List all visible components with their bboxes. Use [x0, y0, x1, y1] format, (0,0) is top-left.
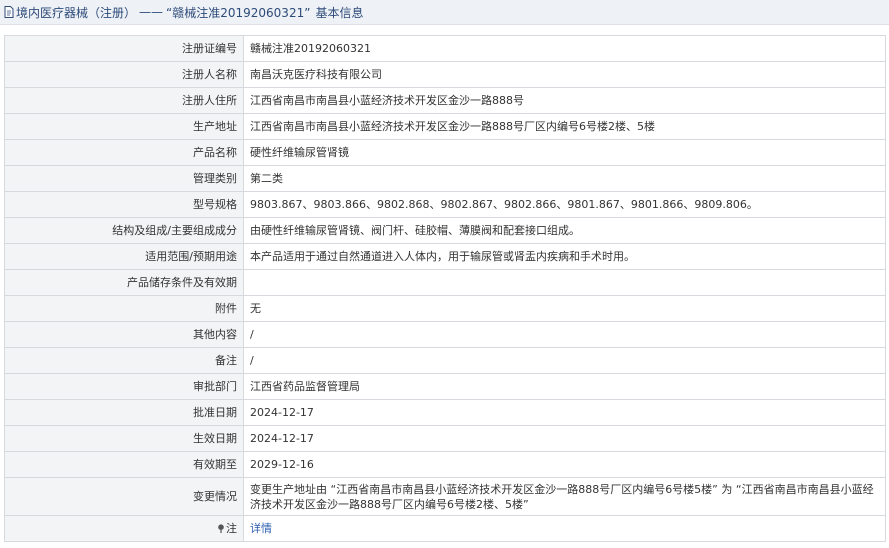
row-label: 有效期至 [4, 451, 244, 478]
table-row: 其他内容 / [4, 321, 886, 348]
row-label: 产品名称 [4, 139, 244, 166]
breadcrumb-suffix: 基本信息 [315, 5, 364, 20]
info-table: 注册证编号 赣械注准20192060321 注册人名称 南昌沃克医疗科技有限公司 注… [4, 35, 886, 542]
table-row: 型号规格 9803.867、9803.866、9802.868、9802.867、… [4, 191, 886, 218]
info-table-wrapper: 注册证编号 赣械注准20192060321 注册人名称 南昌沃克医疗科技有限公司 注… [4, 35, 886, 542]
row-value: 南昌沃克医疗科技有限公司 [243, 61, 886, 88]
row-label: 结构及组成/主要组成成分 [4, 217, 244, 244]
row-value: 硬性纤维输尿管肾镜 [243, 139, 886, 166]
table-row: 审批部门 江西省药品监督管理局 [4, 373, 886, 400]
row-label: 注册证编号 [4, 35, 244, 62]
row-label: 批准日期 [4, 399, 244, 426]
table-row: 适用范围/预期用途 本产品适用于通过自然通道进入人体内，用于输尿管或肾盂内疾病和手… [4, 243, 886, 270]
row-value: 2029-12-16 [243, 451, 886, 478]
pin-icon [217, 522, 225, 533]
row-value: 江西省药品监督管理局 [243, 373, 886, 400]
table-row: 管理类别 第二类 [4, 165, 886, 192]
row-value: / [243, 321, 886, 348]
row-value [243, 269, 886, 296]
row-value: 第二类 [243, 165, 886, 192]
row-label: 产品储存条件及有效期 [4, 269, 244, 296]
row-value: 本产品适用于通过自然通道进入人体内，用于输尿管或肾盂内疾病和手术时用。 [243, 243, 886, 270]
document-icon [4, 6, 14, 18]
row-value: 详情 [243, 515, 886, 542]
table-row: 产品名称 硬性纤维输尿管肾镜 [4, 139, 886, 166]
row-value: 江西省南昌市南昌县小蓝经济技术开发区金沙一路888号厂区内编号6号楼2楼、5楼 [243, 113, 886, 140]
row-label: 附件 [4, 295, 244, 322]
row-value: 2024-12-17 [243, 425, 886, 452]
table-row: 结构及组成/主要组成成分 由硬性纤维输尿管肾镜、阀门杆、硅胶帽、薄膜阀和配套接口组… [4, 217, 886, 244]
row-label: 审批部门 [4, 373, 244, 400]
table-row: 变更情况 变更生产地址由 “江西省南昌市南昌县小蓝经济技术开发区金沙一路888号厂… [4, 477, 886, 516]
breadcrumb-title: “赣械注准20192060321” [166, 5, 311, 20]
row-label: 适用范围/预期用途 [4, 243, 244, 270]
note-label-cell: 注 [4, 515, 244, 542]
table-row: 注 详情 [4, 515, 886, 542]
row-label: 其他内容 [4, 321, 244, 348]
table-row: 注册证编号 赣械注准20192060321 [4, 35, 886, 62]
table-row: 备注 / [4, 347, 886, 374]
row-value: 赣械注准20192060321 [243, 35, 886, 62]
row-label: 型号规格 [4, 191, 244, 218]
breadcrumb-separator: —— [139, 5, 164, 19]
row-value: 变更生产地址由 “江西省南昌市南昌县小蓝经济技术开发区金沙一路888号厂区内编号… [243, 477, 886, 516]
row-label: 注 [226, 522, 237, 535]
table-row: 批准日期 2024-12-17 [4, 399, 886, 426]
row-value: 无 [243, 295, 886, 322]
details-link[interactable]: 详情 [250, 522, 272, 535]
table-row: 生效日期 2024-12-17 [4, 425, 886, 452]
row-label: 生产地址 [4, 113, 244, 140]
row-value: / [243, 347, 886, 374]
row-value: 由硬性纤维输尿管肾镜、阀门杆、硅胶帽、薄膜阀和配套接口组成。 [243, 217, 886, 244]
row-label: 生效日期 [4, 425, 244, 452]
breadcrumb-header: 境内医疗器械（注册） —— “赣械注准20192060321” 基本信息 [0, 0, 889, 25]
row-value: 2024-12-17 [243, 399, 886, 426]
table-row: 注册人名称 南昌沃克医疗科技有限公司 [4, 61, 886, 88]
row-value: 9803.867、9803.866、9802.868、9802.867、9802… [243, 191, 886, 218]
row-value: 江西省南昌市南昌县小蓝经济技术开发区金沙一路888号 [243, 87, 886, 114]
table-row: 生产地址 江西省南昌市南昌县小蓝经济技术开发区金沙一路888号厂区内编号6号楼2楼… [4, 113, 886, 140]
table-row: 有效期至 2029-12-16 [4, 451, 886, 478]
table-row: 注册人住所 江西省南昌市南昌县小蓝经济技术开发区金沙一路888号 [4, 87, 886, 114]
row-label: 备注 [4, 347, 244, 374]
row-label: 注册人名称 [4, 61, 244, 88]
table-row: 附件无 [4, 295, 886, 322]
row-label: 注册人住所 [4, 87, 244, 114]
row-label: 管理类别 [4, 165, 244, 192]
row-label: 变更情况 [4, 477, 244, 516]
breadcrumb-category: 境内医疗器械（注册） [16, 5, 137, 20]
table-row: 产品储存条件及有效期 [4, 269, 886, 296]
